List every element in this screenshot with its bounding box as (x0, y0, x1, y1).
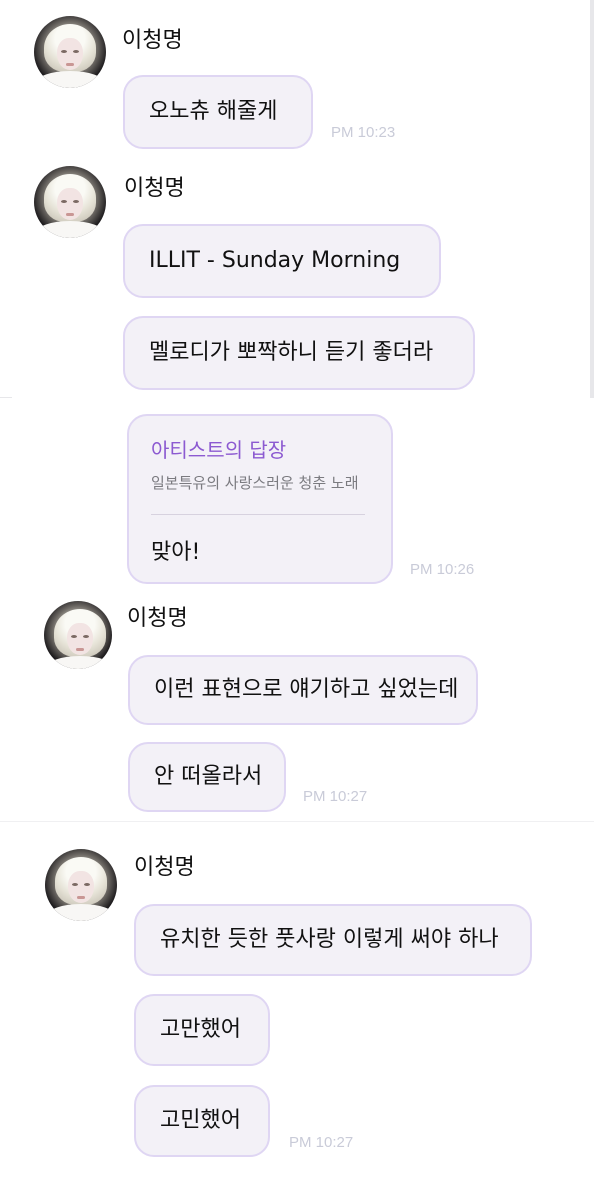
message-text: 안 떠올라서 (154, 764, 263, 789)
sender-name: 이청명 (134, 855, 195, 880)
reply-divider (151, 514, 365, 515)
sender-avatar[interactable] (34, 166, 106, 238)
message-bubble[interactable]: 고만했어 (134, 994, 270, 1066)
message-bubble[interactable]: ILLIT - Sunday Morning (123, 224, 441, 298)
chat-section-3: 이청명 이런 표현으로 얘기하고 싶었는데 안 떠올라서 PM 10:27 (0, 600, 594, 822)
message-bubble[interactable]: 고민했어 (134, 1085, 270, 1157)
message-text: 고민했어 (160, 1108, 241, 1133)
sender-avatar[interactable] (45, 849, 117, 921)
message-bubble[interactable]: 이런 표현으로 얘기하고 싶었는데 (128, 655, 478, 725)
screenshot-divider (590, 0, 594, 398)
quoted-message: 일본특유의 사랑스러운 청춘 노래 (151, 474, 359, 492)
chat-section-1: 이청명 오노츄 해줄게 PM 10:23 이청명 ILLIT - Sunday … (0, 0, 590, 398)
sender-name: 이청명 (124, 176, 185, 201)
artist-reply-message: 맞아! (151, 540, 201, 565)
chat-section-2: 아티스트의 답장 일본특유의 사랑스러운 청춘 노래 맞아! PM 10:26 (0, 398, 594, 600)
message-timestamp: PM 10:26 (410, 561, 475, 578)
message-timestamp: PM 10:27 (289, 1134, 354, 1151)
message-bubble[interactable]: 유치한 듯한 풋사랑 이렇게 써야 하나 (134, 904, 532, 976)
sender-name: 이청명 (122, 28, 183, 53)
message-timestamp: PM 10:23 (331, 124, 396, 141)
artist-reply-card[interactable]: 아티스트의 답장 일본특유의 사랑스러운 청춘 노래 맞아! (127, 414, 393, 584)
message-text: 고만했어 (160, 1017, 241, 1042)
message-bubble[interactable]: 안 떠올라서 (128, 742, 286, 812)
message-text: 멜로디가 뽀짝하니 듣기 좋더라 (149, 340, 434, 365)
artist-reply-label: 아티스트의 답장 (151, 438, 287, 462)
message-text: 유치한 듯한 풋사랑 이렇게 써야 하나 (160, 927, 499, 952)
message-text: ILLIT - Sunday Morning (149, 248, 401, 273)
message-bubble[interactable]: 멜로디가 뽀짝하니 듣기 좋더라 (123, 316, 475, 390)
message-text: 이런 표현으로 얘기하고 싶었는데 (154, 677, 459, 702)
chat-section-4: 이청명 유치한 듯한 풋사랑 이렇게 써야 하나 고만했어 고민했어 PM 10… (0, 822, 594, 1200)
message-timestamp: PM 10:27 (303, 788, 368, 805)
message-bubble[interactable]: 오노츄 해줄게 (123, 75, 313, 149)
sender-name: 이청명 (127, 606, 188, 631)
message-text: 오노츄 해줄게 (149, 99, 278, 124)
sender-avatar[interactable] (34, 16, 106, 88)
sender-avatar[interactable] (44, 601, 112, 669)
